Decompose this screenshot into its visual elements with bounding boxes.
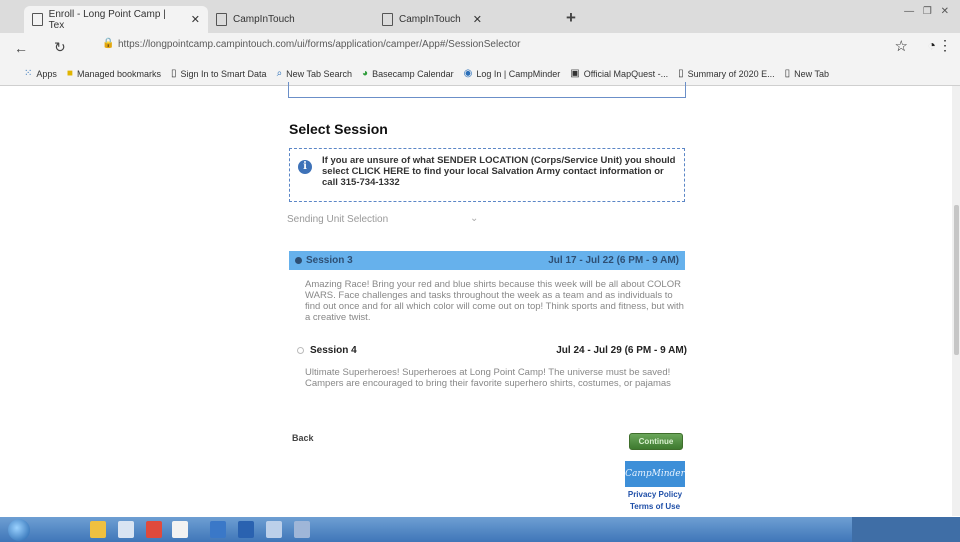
ie-icon[interactable] [118, 521, 134, 538]
session-name: Session 3 [306, 255, 353, 266]
taskbar-app-icon[interactable] [266, 521, 282, 538]
basecamp-icon: ◕ [362, 68, 369, 79]
sending-unit-dropdown[interactable]: Sending Unit Selection [287, 214, 388, 225]
system-tray[interactable] [852, 517, 960, 542]
word-icon[interactable] [238, 521, 254, 538]
bookmark-basecamp[interactable]: ◕ Basecamp Calendar [362, 68, 454, 79]
page-icon [32, 13, 43, 26]
campminder-logo: CampMinder [625, 461, 685, 487]
page-icon [216, 13, 227, 26]
reload-icon[interactable]: ↻ [54, 39, 66, 56]
url-field[interactable]: https://longpointcamp.campintouch.com/ui… [118, 39, 938, 50]
file-explorer-icon[interactable] [90, 521, 106, 538]
search-icon: ⌕ [276, 68, 283, 79]
page-icon: ▯ [171, 68, 177, 79]
session-dates: Jul 24 - Jul 29 (6 PM - 9 AM) [556, 344, 687, 356]
continue-button[interactable]: Continue [629, 433, 683, 450]
bookmark-new-tab-search[interactable]: ⌕ New Tab Search [277, 68, 352, 79]
bookmark-label: Sign In to Smart Data [180, 68, 267, 79]
back-link[interactable]: Back [292, 433, 314, 443]
page-icon [382, 13, 393, 26]
privacy-policy-link[interactable]: Privacy Policy [624, 490, 686, 499]
bookmark-label: Log In | CampMinder [476, 68, 561, 79]
taskbar-app-icon[interactable] [294, 521, 310, 538]
info-callout[interactable]: i If you are unsure of what SENDER LOCAT… [289, 148, 685, 202]
session-description: Amazing Race! Bring your red and blue sh… [305, 279, 684, 323]
menu-icon[interactable]: ⋮ [938, 37, 952, 54]
info-text: If you are unsure of what SENDER LOCATIO… [322, 155, 676, 188]
radio-icon[interactable] [297, 346, 304, 354]
campminder-icon: ◉ [463, 68, 473, 79]
session-dates: Jul 17 - Jul 22 (6 PM - 9 AM) [548, 255, 679, 266]
close-tab-icon[interactable]: ✕ [473, 13, 482, 26]
new-tab-button[interactable]: + [566, 8, 576, 28]
outlook-icon[interactable] [210, 521, 226, 538]
start-button[interactable] [8, 519, 30, 541]
address-bar: ← ↻ 🔒 https://longpointcamp.campintouch.… [0, 33, 960, 62]
info-icon: i [298, 160, 312, 174]
bookmark-label: Basecamp Calendar [372, 68, 454, 79]
session-description: Ultimate Superheroes! Superheroes at Lon… [305, 367, 671, 389]
star-icon[interactable]: ☆ [895, 37, 908, 55]
radio-selected-icon[interactable] [295, 257, 302, 264]
terms-of-use-link[interactable]: Terms of Use [624, 502, 686, 511]
back-arrow-icon[interactable]: ← [14, 40, 28, 56]
window-controls[interactable]: — ❐ ✕ [904, 6, 952, 17]
session-option[interactable]: Session 4 Jul 24 - Jul 29 (6 PM - 9 AM) [297, 343, 687, 357]
tab-label: CampInTouch [399, 14, 461, 25]
apps-grid-icon: ⁙ [24, 68, 33, 79]
tab-label: Enroll - Long Point Camp | Tex [48, 8, 166, 31]
tab-bar: Enroll - Long Point Camp | Tex ✕ CampInT… [0, 0, 960, 33]
tab-label: CampInTouch [233, 14, 295, 25]
tab-campintouch-1[interactable]: CampInTouch [208, 6, 368, 33]
close-tab-icon[interactable]: ✕ [191, 13, 200, 26]
bookmark-campminder[interactable]: ◉ Log In | CampMinder [464, 68, 561, 79]
bookmark-label: New Tab [794, 68, 830, 79]
lock-icon[interactable]: 🔒 [102, 38, 114, 49]
scrollbar-thumb[interactable] [954, 205, 959, 355]
folder-icon: ■ [66, 68, 73, 79]
bookmark-label: Managed bookmarks [76, 68, 161, 79]
taskbar [0, 517, 960, 542]
chevron-down-icon[interactable]: ⌄ [470, 213, 478, 224]
bookmark-label: Official MapQuest -... [583, 68, 669, 79]
session-name: Session 4 [310, 344, 357, 356]
tab-campintouch-2[interactable]: CampInTouch ✕ [374, 6, 554, 33]
extension-icon[interactable]: ◔ [928, 37, 936, 53]
bookmark-label: Apps [36, 68, 57, 79]
bookmark-smart-data[interactable]: ▯ Sign In to Smart Data [171, 68, 267, 79]
bookmark-mapquest[interactable]: ▣ Official MapQuest -... [570, 68, 668, 79]
bookmark-summary[interactable]: ▯ Summary of 2020 E... [678, 68, 775, 79]
bookmark-new-tab[interactable]: ▯ New Tab [785, 68, 829, 79]
page-icon: ▯ [784, 68, 791, 79]
session-option-selected[interactable]: Session 3 Jul 17 - Jul 22 (6 PM - 9 AM) [289, 251, 685, 270]
page-icon: ▯ [678, 68, 684, 79]
previous-section-box [288, 82, 686, 98]
chrome-icon[interactable] [172, 521, 188, 538]
bookmark-managed[interactable]: ■ Managed bookmarks [67, 68, 161, 79]
mapquest-icon: ▣ [570, 68, 580, 79]
bookmark-label: New Tab Search [286, 68, 353, 79]
bookmark-apps[interactable]: ⁙ Apps [24, 68, 57, 79]
bookmark-label: Summary of 2020 E... [687, 68, 775, 79]
page-title: Select Session [289, 121, 388, 137]
media-player-icon[interactable] [146, 521, 162, 538]
tab-enroll[interactable]: Enroll - Long Point Camp | Tex ✕ [24, 6, 208, 33]
